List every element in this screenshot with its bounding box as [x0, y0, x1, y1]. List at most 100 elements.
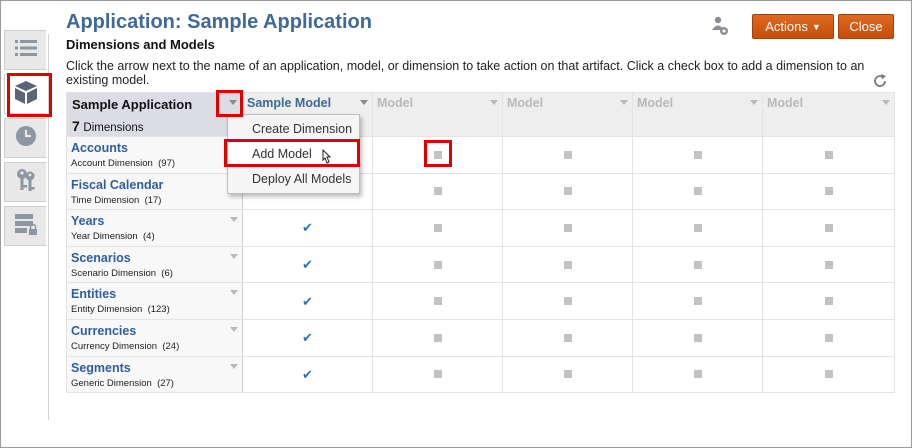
arrow-highlight-box [216, 90, 243, 117]
model-name-5[interactable]: Model [767, 96, 803, 110]
checkmark-icon[interactable]: ✔ [302, 295, 313, 308]
checkbox[interactable] [433, 297, 442, 306]
checkbox[interactable] [563, 333, 572, 342]
rail-tab-server[interactable] [4, 206, 46, 246]
checkbox-cell [762, 209, 895, 247]
checkbox[interactable] [433, 187, 442, 196]
checkbox[interactable] [433, 333, 442, 342]
rail-highlight-box [7, 73, 52, 117]
checkbox-cell [762, 355, 895, 394]
checkbox[interactable] [693, 333, 702, 342]
checked-cell: ✔ [242, 209, 373, 247]
menu-item-deploy-all-models[interactable]: Deploy All Models [228, 167, 359, 191]
model-name-4[interactable]: Model [637, 96, 673, 110]
checkbox[interactable] [433, 223, 442, 232]
model-menu-arrow-icon[interactable] [490, 100, 498, 105]
checkbox[interactable] [824, 297, 833, 306]
checkbox-cell [632, 318, 763, 357]
checkbox[interactable] [693, 260, 702, 269]
dimension-name[interactable]: Entities [71, 287, 116, 301]
checkbox-cell [632, 136, 763, 174]
model-header-4: Model [632, 92, 763, 137]
checkbox[interactable] [824, 150, 833, 159]
checkbox-cell [502, 318, 633, 357]
dimension-type: Entity Dimension (123) [71, 304, 170, 316]
checkmark-icon[interactable]: ✔ [302, 258, 313, 271]
dimension-menu-arrow-icon[interactable] [230, 217, 238, 223]
checkbox[interactable] [563, 150, 572, 159]
dimension-name[interactable]: Currencies [71, 324, 136, 338]
checkbox[interactable] [433, 370, 442, 379]
checkbox-cell [762, 172, 895, 211]
model-menu-arrow-icon[interactable] [620, 100, 628, 105]
dimension-type: Time Dimension (17) [71, 194, 162, 206]
actions-button[interactable]: Actions ▼ [752, 14, 834, 39]
checkbox[interactable] [563, 260, 572, 269]
refresh-icon[interactable] [872, 73, 888, 94]
dimension-name[interactable]: Years [71, 214, 104, 228]
checkbox-cell [632, 209, 763, 247]
checkmark-icon[interactable]: ✔ [302, 331, 313, 344]
checkbox-cell [372, 209, 503, 247]
checkbox[interactable] [563, 297, 572, 306]
checkmark-icon[interactable]: ✔ [302, 368, 313, 381]
table-row: Entities Entity Dimension (123) ✔ [66, 282, 895, 320]
dimension-type: Year Dimension (4) [71, 231, 155, 243]
list-icon [14, 38, 38, 63]
checkbox[interactable] [824, 187, 833, 196]
application-name[interactable]: Sample Application [72, 97, 192, 112]
checkbox-cell [762, 136, 895, 174]
dimension-name[interactable]: Accounts [71, 141, 128, 155]
dimension-cell: Fiscal Calendar Time Dimension (17) [66, 172, 243, 211]
page-subtitle: Dimensions and Models [66, 37, 215, 52]
model-name-1[interactable]: Sample Model [247, 96, 331, 110]
checkbox[interactable] [693, 223, 702, 232]
actions-label: Actions [765, 19, 808, 34]
dimension-menu-arrow-icon[interactable] [230, 290, 238, 296]
checkbox-cell [502, 172, 633, 211]
checkbox[interactable] [824, 333, 833, 342]
checkbox-cell [372, 282, 503, 320]
dimension-menu-arrow-icon[interactable] [230, 326, 238, 332]
dimension-cell: Segments Generic Dimension (27) [66, 355, 243, 394]
table-row: Segments Generic Dimension (27) ✔ [66, 355, 895, 394]
rail-tab-clock[interactable] [4, 118, 46, 158]
checkbox[interactable] [824, 260, 833, 269]
dimension-menu-arrow-icon[interactable] [230, 253, 238, 259]
dimension-name[interactable]: Segments [71, 361, 131, 375]
checkmark-icon[interactable]: ✔ [302, 221, 313, 234]
dimension-cell: Currencies Currency Dimension (24) [66, 318, 243, 357]
dimension-cell: Accounts Account Dimension (97) [66, 136, 243, 174]
checkbox-cell [502, 355, 633, 394]
model-name-3[interactable]: Model [507, 96, 543, 110]
close-button[interactable]: Close [838, 14, 894, 39]
checkbox[interactable] [693, 187, 702, 196]
rail-tab-list[interactable] [4, 30, 46, 70]
checkbox[interactable] [824, 370, 833, 379]
model-header-3: Model [502, 92, 633, 137]
checkbox-cell [632, 245, 763, 284]
model-menu-arrow-icon[interactable] [750, 100, 758, 105]
checkbox[interactable] [563, 370, 572, 379]
checkbox[interactable] [693, 297, 702, 306]
menu-item-create-dimension[interactable]: Create Dimension [228, 117, 359, 141]
model-menu-arrow-icon[interactable] [360, 100, 368, 105]
rail-tab-keys[interactable] [4, 162, 46, 202]
checkbox-cell [762, 245, 895, 284]
checkbox[interactable] [433, 260, 442, 269]
add-model-highlight-box [224, 139, 360, 167]
checkbox[interactable] [824, 223, 833, 232]
checkbox[interactable] [693, 370, 702, 379]
dimension-menu-arrow-icon[interactable] [230, 363, 238, 369]
user-settings-icon[interactable] [712, 16, 730, 41]
checked-cell: ✔ [242, 282, 373, 320]
model-menu-arrow-icon[interactable] [882, 100, 890, 105]
checkbox[interactable] [693, 150, 702, 159]
dimension-name[interactable]: Fiscal Calendar [71, 178, 163, 192]
model-name-2[interactable]: Model [377, 96, 413, 110]
checkbox[interactable] [563, 187, 572, 196]
checkbox[interactable] [563, 223, 572, 232]
clock-icon [14, 124, 38, 153]
dimension-name[interactable]: Scenarios [71, 251, 131, 265]
dimension-cell: Entities Entity Dimension (123) [66, 282, 243, 320]
